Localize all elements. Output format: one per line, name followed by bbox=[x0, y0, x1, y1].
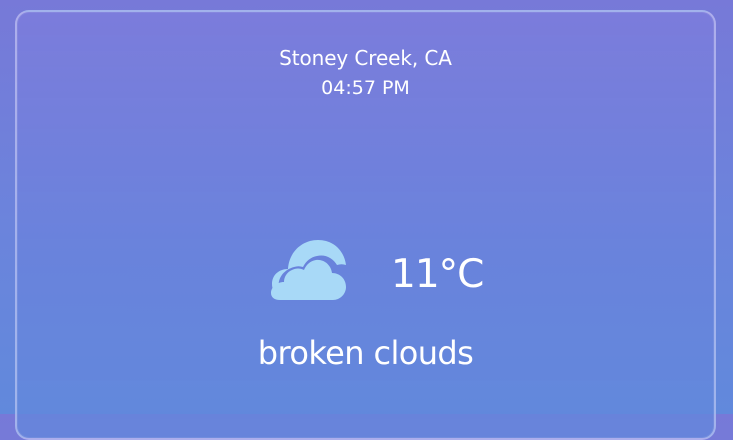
weather-description: broken clouds bbox=[257, 334, 474, 372]
broken-clouds-icon bbox=[271, 240, 346, 300]
location-label: Stoney Creek, CA bbox=[279, 46, 452, 70]
current-weather: 11°C bbox=[17, 236, 714, 312]
weather-card: Stoney Creek, CA 04:57 PM 11°C broken cl… bbox=[15, 10, 716, 440]
local-time-label: 04:57 PM bbox=[321, 77, 410, 99]
temperature-value: 11°C bbox=[391, 252, 484, 297]
